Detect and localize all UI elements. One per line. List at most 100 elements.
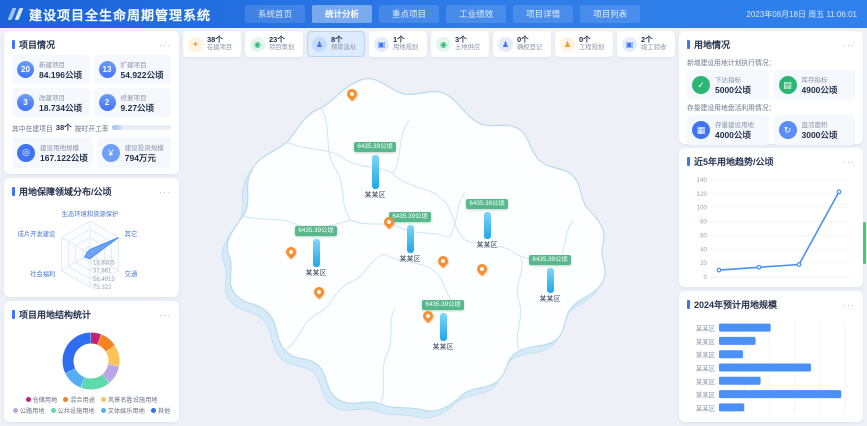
inline-count: 38个 xyxy=(56,122,72,133)
title-accent xyxy=(687,300,690,309)
in-progress-row: 其中在建项目 38个 按时开工率 xyxy=(12,122,171,133)
legend-item-1[interactable]: 仓储用地 xyxy=(26,395,58,404)
stage-chip-7[interactable]: ♟0个工程规划 xyxy=(555,31,613,57)
chip-count: 2个 xyxy=(641,36,666,44)
person-icon: ♟ xyxy=(312,37,327,52)
more-icon[interactable]: ··· xyxy=(159,310,171,320)
legend-item-7[interactable]: 其他 xyxy=(151,406,170,415)
card-text: 盘活面积3000公顷 xyxy=(802,119,838,141)
legend-label: 文体娱乐用地 xyxy=(108,406,145,415)
svg-text:40: 40 xyxy=(700,246,707,253)
more-icon[interactable]: ··· xyxy=(159,40,171,50)
nav-tab-1[interactable]: 系统首页 xyxy=(245,5,305,23)
land-card-cards2-1: ▦存量建设用地4000公顷 xyxy=(687,115,769,145)
nav-tab-4[interactable]: 工业绩效 xyxy=(446,5,506,23)
stat-value: 84.196公顷 xyxy=(39,69,82,81)
nav-tab-5[interactable]: 项目详情 xyxy=(513,5,573,23)
title-accent xyxy=(12,310,15,319)
stock-land-icon: ▦ xyxy=(692,121,710,139)
land-card-cards1-1: ✓下达指标5000公顷 xyxy=(687,70,769,100)
district-label: 某某区 xyxy=(376,254,444,264)
chip-label: 预审选址 xyxy=(331,44,356,52)
card-label: 下达指标 xyxy=(715,74,751,84)
radar-chart: 生态环境和资源保护其它交通市政公用社会福利成片开发建设18.830537.661… xyxy=(12,202,171,290)
stage-chip-4[interactable]: ▣1个用地规划 xyxy=(369,31,427,57)
map-pin-6[interactable] xyxy=(475,262,489,276)
stage-chip-3[interactable]: ♟8个预审选址 xyxy=(307,31,365,57)
chip-count: 3个 xyxy=(455,36,480,44)
svg-text:某某区: 某某区 xyxy=(696,325,716,333)
chip-count: 0个 xyxy=(517,36,542,44)
dashboard-app: 建设项目全生命周期管理系统 系统首页统计分析重点项目工业绩效项目详情项目列表 2… xyxy=(0,0,867,426)
svg-text:80: 80 xyxy=(700,219,707,226)
section-label-stock: 存量建设用地盘活利用情况： xyxy=(687,102,855,112)
nav-tab-2[interactable]: 统计分析 xyxy=(312,5,372,23)
check-icon: ✓ xyxy=(692,76,710,94)
map-bar-marker-4[interactable]: 6435.39公顷某某区 xyxy=(453,192,521,250)
legend-dot xyxy=(151,408,156,413)
stage-chip-5[interactable]: ◉3个土地供应 xyxy=(431,31,489,57)
region-map[interactable]: 6435.39公顷某某区6435.39公顷某某区6435.39公顷某某区6435… xyxy=(183,60,675,422)
panel-title: 用地情况 xyxy=(694,38,839,51)
map-tooltip: 6435.39公顷 xyxy=(295,226,336,236)
stage-chip-8[interactable]: ▣2个竣工验收 xyxy=(617,31,675,57)
map-bar-marker-1[interactable]: 6435.39公顷某某区 xyxy=(341,135,409,200)
legend-dot xyxy=(13,408,18,413)
chip-text: 1个用地规划 xyxy=(393,36,418,52)
nav-tab-3[interactable]: 重点项目 xyxy=(379,5,439,23)
project-stat-card-2: 13扩建项目54.922公顷 xyxy=(94,55,172,84)
legend-item-6[interactable]: 文体娱乐用地 xyxy=(101,406,145,415)
land-usage-panel: 用地情况 ··· 新增建设用地计划执行情况： ✓下达指标5000公顷▤库存指标4… xyxy=(679,31,863,144)
chip-label: 在建项目 xyxy=(207,44,232,52)
chip-text: 38个在建项目 xyxy=(207,36,232,52)
district-label: 某某区 xyxy=(453,240,521,250)
legend-item-5[interactable]: 公共设施用地 xyxy=(51,406,95,415)
stage-chip-1[interactable]: ✦ 38个在建项目 xyxy=(183,31,241,57)
chip-label: 竣工验收 xyxy=(641,44,666,52)
more-icon[interactable]: ··· xyxy=(159,187,171,197)
legend-dot xyxy=(63,397,68,402)
nav-tab-6[interactable]: 项目列表 xyxy=(580,5,640,23)
legend-label: 其他 xyxy=(158,406,170,415)
map-bar-marker-3[interactable]: 6435.39公顷某某区 xyxy=(376,205,444,264)
legend-item-3[interactable]: 风景名胜设施用地 xyxy=(101,395,158,404)
stat-count-badge: 20 xyxy=(17,61,34,78)
map-bar-marker-6[interactable]: 6435.39公顷某某区 xyxy=(409,293,477,352)
svg-text:56.4915: 56.4915 xyxy=(93,277,115,283)
chip-text: 0个确权登记 xyxy=(517,36,542,52)
stage-chip-6[interactable]: ♟0个确权登记 xyxy=(493,31,551,57)
scrollbar-thumb[interactable] xyxy=(863,222,866,264)
svg-text:37.661: 37.661 xyxy=(93,269,112,275)
more-icon[interactable]: ··· xyxy=(843,157,855,167)
svg-text:生态环境和资源保护: 生态环境和资源保护 xyxy=(62,209,119,218)
more-icon[interactable]: ··· xyxy=(843,40,855,50)
stock-land-cards: ▦存量建设用地4000公顷↻盘活面积3000公顷 xyxy=(687,115,855,145)
section-label-new: 新增建设用地计划执行情况： xyxy=(687,57,855,67)
map-pin-1[interactable] xyxy=(345,87,359,101)
project-stat-card-3: 3改建项目18.734公顷 xyxy=(12,88,90,117)
more-icon[interactable]: ··· xyxy=(843,300,855,310)
svg-text:60: 60 xyxy=(700,232,707,239)
card-label: 建设用地规模 xyxy=(40,142,88,152)
project-stat-card-1: 20新建项目84.196公顷 xyxy=(12,55,90,84)
stat-label: 修复项目 xyxy=(121,92,155,102)
legend-item-4[interactable]: 公路用地 xyxy=(13,406,45,415)
map-pin-4[interactable] xyxy=(312,285,326,299)
legend-item-2[interactable]: 混合用途 xyxy=(63,395,95,404)
stage-chip-bar: ✦38个在建项目◉23个项目策划♟8个预审选址▣1个用地规划◉3个土地供应♟0个… xyxy=(183,31,675,57)
chip-text: 23个项目策划 xyxy=(269,36,294,52)
stage-chip-2[interactable]: ◉23个项目策划 xyxy=(245,31,303,57)
legend-dot xyxy=(101,408,106,413)
svg-text:120: 120 xyxy=(697,191,708,198)
land-card-cards1-2: ▤库存指标4900公顷 xyxy=(774,70,856,100)
map-bar-marker-5[interactable]: 6435.39公顷某某区 xyxy=(516,248,584,304)
svg-text:成片开发建设: 成片开发建设 xyxy=(18,229,56,238)
forecast-panel: 2024年预计用地规模 ··· 02004006008001,000某某区某某区… xyxy=(679,291,863,422)
title-accent xyxy=(687,40,690,49)
svg-text:某某区: 某某区 xyxy=(696,351,716,359)
start-rate-progress xyxy=(112,125,171,130)
construction-icon: ✦ xyxy=(188,37,203,52)
map-markers: 6435.39公顷某某区6435.39公顷某某区6435.39公顷某某区6435… xyxy=(183,60,675,422)
map-data-bar xyxy=(547,268,554,293)
stat-value: 54.922公顷 xyxy=(121,69,164,81)
